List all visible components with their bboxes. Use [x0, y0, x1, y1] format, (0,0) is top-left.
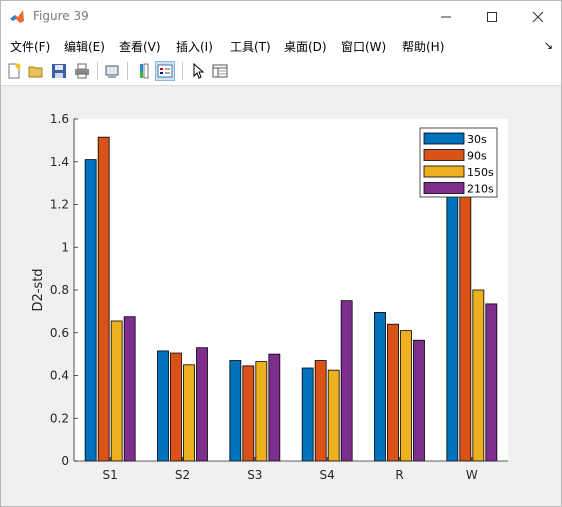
bar-210s-S4	[340, 300, 353, 462]
legend-button[interactable]	[155, 61, 175, 81]
bar-150s-S2	[183, 364, 195, 462]
menu-bar: 文件(F) 编辑(E) 查看(V) 插入(I) 工具(T) 桌面(D) 窗口(W…	[1, 33, 561, 57]
menu-insert[interactable]: 插入(I)	[176, 38, 213, 55]
bar-90s-S3	[242, 365, 255, 462]
bar-chart: 0 0.2 0.4 0.6 0.8 1 1.2 1.4 1.6 S1 S2 S3 S4 R W D2-std 3…	[31, 112, 508, 482]
pointer-icon	[193, 63, 205, 79]
y-tick-label: 1.2	[50, 198, 69, 212]
figure-canvas[interactable]: 0 0.2 0.4 0.6 0.8 1 1.2 1.4 1.6 S1 S2 S3 S4 R W D2-std 3…	[1, 86, 561, 506]
bar-150s-R	[400, 330, 412, 462]
legend-swatch-150s	[423, 165, 465, 178]
link-plot-button[interactable]	[102, 61, 122, 81]
legend-swatch-210s	[423, 182, 465, 194]
property-inspector-icon	[212, 64, 228, 78]
save-icon	[52, 64, 66, 78]
bar-90s-S4	[314, 360, 327, 462]
bar-90s-W	[459, 182, 472, 462]
y-tick-label: 1.4	[50, 155, 69, 169]
menu-tools[interactable]: 工具(T)	[230, 38, 271, 55]
bar-150s-S1	[110, 320, 123, 462]
y-tick-label: 0	[61, 454, 69, 468]
title-bar: Figure 39	[1, 1, 561, 33]
y-tick-label: 0.8	[50, 283, 69, 297]
toolbar-separator	[182, 62, 183, 80]
save-button[interactable]	[49, 61, 69, 81]
menu-file[interactable]: 文件(F)	[10, 38, 50, 55]
bar-150s-W	[472, 289, 485, 462]
figure-window: Figure 39 文件(F) 编辑(E) 查看(V) 插入(I) 工具(T) …	[0, 0, 562, 507]
legend-swatch-90s	[423, 149, 465, 161]
close-icon	[532, 11, 544, 23]
bar-150s-S4	[327, 369, 340, 462]
x-tick-label: S2	[175, 468, 190, 482]
bar-210s-W	[485, 303, 498, 462]
legend-swatch-30s	[423, 132, 465, 145]
print-icon	[75, 63, 89, 79]
bar-30s-S2	[157, 350, 169, 462]
toolbar-separator	[127, 62, 128, 80]
property-inspector-button[interactable]	[210, 61, 230, 81]
x-tick-label: S3	[247, 468, 262, 482]
bar-210s-S1	[123, 316, 136, 462]
bar-210s-R	[413, 339, 425, 462]
open-file-icon	[28, 66, 43, 78]
menu-desktop[interactable]: 桌面(D)	[284, 38, 327, 55]
maximize-icon	[487, 12, 497, 22]
bar-210s-S2	[196, 347, 208, 462]
pointer-button[interactable]	[188, 61, 208, 81]
figure-toolbar	[1, 57, 561, 86]
bar-30s-S3	[229, 360, 242, 462]
new-figure-button[interactable]	[4, 61, 24, 81]
toolbar-separator	[97, 62, 98, 80]
legend-icon	[157, 64, 173, 78]
bar-30s-S4	[301, 367, 314, 462]
x-tick-label: S4	[320, 468, 335, 482]
open-file-button[interactable]	[26, 61, 46, 81]
legend-label-30s: 30s	[467, 133, 487, 146]
legend-label-210s: 210s	[467, 183, 494, 196]
minimize-icon	[441, 16, 451, 18]
window-title: Figure 39	[33, 9, 89, 23]
matlab-logo-icon	[9, 8, 25, 24]
link-plot-icon	[105, 65, 119, 78]
x-tick-label: W	[466, 468, 478, 482]
bar-90s-S2	[170, 352, 182, 462]
x-tick-label: R	[395, 468, 403, 482]
menu-view[interactable]: 查看(V)	[119, 38, 161, 55]
bar-210s-S3	[268, 353, 281, 462]
bar-30s-R	[374, 312, 386, 462]
legend-label-90s: 90s	[467, 150, 487, 163]
legend-label-150s: 150s	[467, 166, 494, 179]
maximize-button[interactable]	[469, 1, 515, 33]
close-button[interactable]	[515, 1, 561, 33]
y-tick-label: 0.2	[50, 411, 69, 425]
bar-30s-W	[446, 178, 459, 462]
bar-90s-S1	[97, 136, 110, 462]
y-tick-label: 0.4	[50, 369, 69, 383]
bar-150s-S3	[255, 361, 268, 462]
y-tick-label: 1.6	[50, 112, 69, 126]
colorbar-icon	[140, 63, 149, 79]
menu-window[interactable]: 窗口(W)	[341, 38, 386, 55]
y-tick-label: 1	[61, 240, 69, 254]
minimize-button[interactable]	[423, 1, 469, 33]
new-figure-icon	[8, 63, 21, 79]
colorbar-button[interactable]	[134, 61, 154, 81]
print-button[interactable]	[72, 61, 92, 81]
y-axis-label: D2-std	[31, 268, 46, 311]
menu-overflow-arrow[interactable]: ↘	[544, 39, 553, 52]
menu-edit[interactable]: 编辑(E)	[64, 38, 105, 55]
x-tick-label: S1	[103, 468, 118, 482]
bar-30s-S1	[84, 159, 97, 462]
bar-90s-R	[387, 323, 399, 462]
menu-help[interactable]: 帮助(H)	[402, 38, 444, 55]
y-tick-label: 0.6	[50, 326, 69, 340]
